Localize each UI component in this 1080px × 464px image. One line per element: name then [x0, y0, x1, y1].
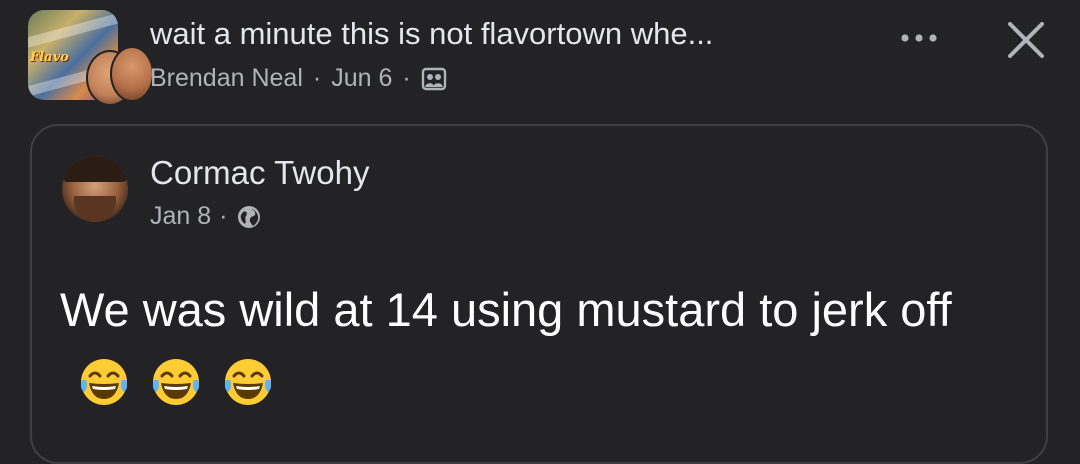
meta-separator: · [312, 64, 322, 92]
laughing-tears-emoji-icon [152, 359, 200, 405]
post-text: We was wild at 14 using mustard to jerk … [60, 283, 952, 336]
close-button[interactable] [1000, 14, 1052, 66]
post-header: Flavo wait a minute this is not flavorto… [0, 0, 1080, 120]
shared-author-name[interactable]: Cormac Twohy [150, 154, 369, 192]
post-author-name[interactable]: Brendan Neal [150, 64, 303, 93]
post-title[interactable]: wait a minute this is not flavortown whe… [150, 16, 713, 52]
meta-separator: · [219, 202, 228, 230]
more-options-button[interactable] [895, 22, 943, 54]
members-icon [421, 66, 447, 92]
globe-icon [236, 204, 262, 230]
shared-post-text: We was wild at 14 using mustard to jerk … [60, 274, 1000, 418]
post-date[interactable]: Jun 6 [331, 64, 392, 93]
more-horizontal-icon [901, 34, 937, 42]
shared-post-meta: Jan 8 · [150, 202, 262, 231]
laughing-tears-emoji-icon [224, 359, 272, 405]
laughing-tears-emoji-icon [80, 359, 128, 405]
shared-post-date[interactable]: Jan 8 [150, 202, 211, 231]
author-avatar[interactable] [62, 156, 128, 222]
group-cover-text: Flavo [30, 50, 69, 65]
close-icon [1008, 22, 1044, 58]
meta-separator: · [402, 64, 411, 92]
post-meta: Brendan Neal · Jun 6 · [150, 64, 447, 93]
group-avatar[interactable]: Flavo [28, 10, 154, 106]
poster-avatar [110, 46, 154, 102]
shared-post-card[interactable]: Cormac Twohy Jan 8 · We was wild at 14 u… [30, 124, 1048, 464]
